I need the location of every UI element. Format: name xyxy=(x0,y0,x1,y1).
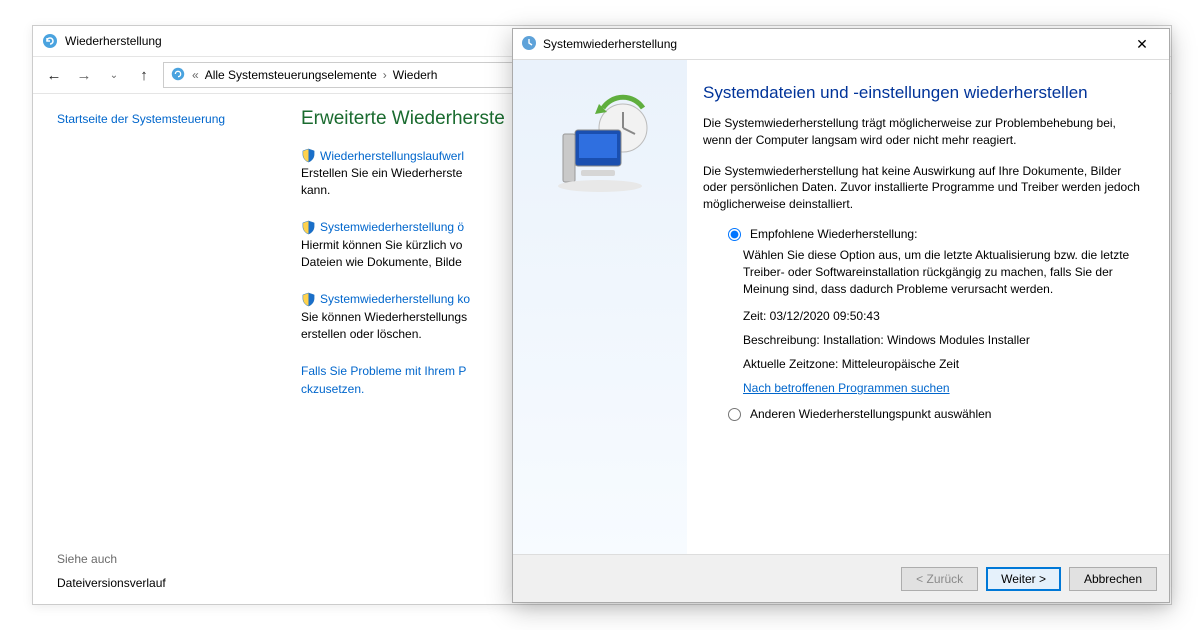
dialog-para2: Die Systemwiederherstellung hat keine Au… xyxy=(703,163,1141,213)
shield-icon xyxy=(301,292,316,307)
recommended-restore-radio[interactable]: Empfohlene Wiederherstellung: xyxy=(723,227,1141,241)
breadcrumb-sep: « xyxy=(192,68,199,82)
recommended-restore-input[interactable] xyxy=(728,228,741,241)
task3-link[interactable]: Systemwiederherstellung ko xyxy=(320,292,470,306)
dialog-heading: Systemdateien und -einstellungen wiederh… xyxy=(703,82,1141,105)
file-history-link[interactable]: Dateiversionsverlauf xyxy=(57,576,269,590)
shield-icon xyxy=(301,148,316,163)
nav-up-button[interactable]: ↑ xyxy=(131,62,157,88)
back-button: < Zurück xyxy=(901,567,978,591)
dialog-titlebar: Systemwiederherstellung ✕ xyxy=(513,29,1169,59)
close-icon: ✕ xyxy=(1136,36,1148,53)
cancel-button[interactable]: Abbrechen xyxy=(1069,567,1157,591)
chevron-right-icon: › xyxy=(383,68,387,82)
dialog-sidebar xyxy=(513,60,687,554)
recommended-restore-desc: Wählen Sie diese Option aus, um die letz… xyxy=(743,247,1141,297)
nav-back-button[interactable]: ← xyxy=(41,62,67,88)
system-restore-illustration-icon xyxy=(545,90,655,203)
recovery-icon xyxy=(170,66,186,85)
choose-restore-point-input[interactable] xyxy=(728,408,741,421)
recommended-restore-label: Empfohlene Wiederherstellung: xyxy=(750,227,917,241)
dialog-title: Systemwiederherstellung xyxy=(543,37,1123,51)
task2-link[interactable]: Systemwiederherstellung ö xyxy=(320,220,464,234)
breadcrumb-part1[interactable]: Alle Systemsteuerungselemente xyxy=(205,68,377,82)
choose-restore-point-radio[interactable]: Anderen Wiederherstellungspunkt auswähle… xyxy=(723,407,1141,421)
restore-timezone: Aktuelle Zeitzone: Mitteleuropäische Zei… xyxy=(743,357,1141,371)
scan-affected-link[interactable]: Nach betroffenen Programmen suchen xyxy=(743,381,950,395)
recovery-icon xyxy=(41,32,59,50)
see-also-heading: Siehe auch xyxy=(57,552,269,566)
dialog-content: Systemdateien und -einstellungen wiederh… xyxy=(687,60,1169,554)
system-restore-icon xyxy=(521,35,537,54)
cp-title: Wiederherstellung xyxy=(65,34,162,48)
cp-home-link[interactable]: Startseite der Systemsteuerung xyxy=(57,112,269,126)
next-button[interactable]: Weiter > xyxy=(986,567,1061,591)
dialog-footer: < Zurück Weiter > Abbrechen xyxy=(513,554,1169,602)
system-restore-dialog: Systemwiederherstellung ✕ xyxy=(512,28,1170,603)
breadcrumb-part2[interactable]: Wiederh xyxy=(393,68,438,82)
choose-restore-point-label: Anderen Wiederherstellungspunkt auswähle… xyxy=(750,407,991,421)
restore-time: Zeit: 03/12/2020 09:50:43 xyxy=(743,309,1141,323)
nav-recent-button[interactable]: ⌄ xyxy=(101,62,127,88)
shield-icon xyxy=(301,220,316,235)
restore-description: Beschreibung: Installation: Windows Modu… xyxy=(743,333,1141,347)
task1-link[interactable]: Wiederherstellungslaufwerl xyxy=(320,149,464,163)
close-button[interactable]: ✕ xyxy=(1123,31,1161,57)
nav-forward-button: → xyxy=(71,62,97,88)
dialog-para1: Die Systemwiederherstellung trägt möglic… xyxy=(703,115,1141,149)
cp-sidebar: Startseite der Systemsteuerung Siehe auc… xyxy=(33,94,283,604)
